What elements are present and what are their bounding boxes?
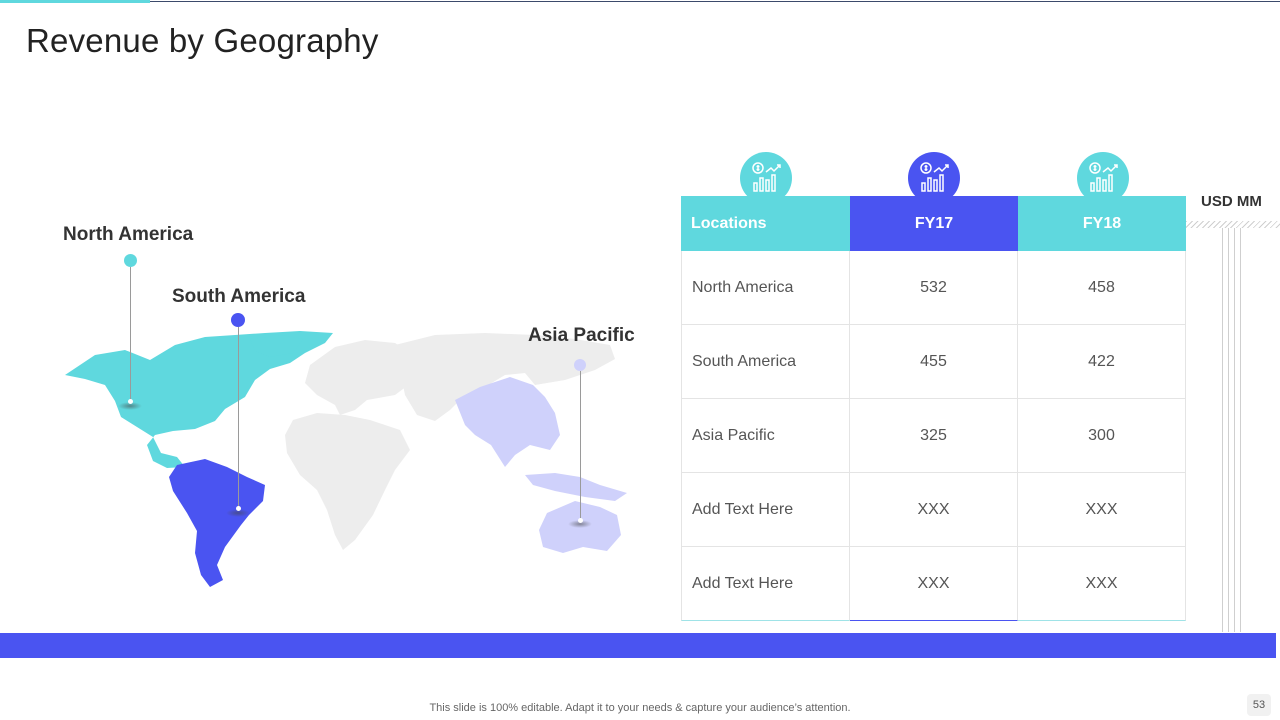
table-cell-fy17: 325 [850,399,1018,473]
asia-pacific-pin-dot [574,359,586,371]
table-cell-location: South America [681,325,850,399]
table-cell-fy18: 422 [1018,325,1186,399]
table-cell-fy18: XXX [1018,473,1186,547]
bottom-accent-bar [0,633,1276,658]
slide-title: Revenue by Geography [26,22,379,59]
world-map [65,331,627,587]
hatch-decoration [1186,221,1280,228]
south-america-pin-end [236,506,241,511]
revenue-table: Locations FY17 FY18 North America 532 45… [681,196,1186,621]
unit-label: USD MM [1201,193,1262,210]
table-row: South America 455 422 [681,325,1186,399]
south-america-shape [169,459,265,587]
africa-shape [285,413,410,550]
page-number: 53 [1247,694,1271,716]
decor-line [1222,228,1223,632]
table-cell-location: Add Text Here [681,547,850,621]
footer-note: This slide is 100% editable. Adapt it to… [429,702,851,714]
southeast-asia-islands [525,473,627,501]
table-row: North America 532 458 [681,251,1186,325]
table-cell-location: Add Text Here [681,473,850,547]
table-row: Add Text Here XXX XXX [681,547,1186,621]
top-border-line [0,1,1280,2]
asia-pacific-pin-line [580,371,581,521]
south-america-pin-line [238,327,239,509]
table-cell-fy17: 455 [850,325,1018,399]
decor-line [1240,228,1241,632]
table-row: Asia Pacific 325 300 [681,399,1186,473]
table-cell-location: North America [681,251,850,325]
table-cell-fy18: 300 [1018,399,1186,473]
asia-pacific-label: Asia Pacific [528,325,635,346]
table-header-row: Locations FY17 FY18 [681,196,1186,251]
table-cell-fy17: XXX [850,473,1018,547]
asia-pacific-pin-end [578,518,583,523]
south-america-label: South America [172,286,306,307]
top-accent-bar [0,0,150,3]
table-row: Add Text Here XXX XXX [681,473,1186,547]
header-locations: Locations [681,196,850,251]
decor-line [1234,228,1235,632]
north-america-label: North America [63,224,194,245]
north-america-pin-dot [124,254,137,267]
table-cell-fy17: XXX [850,547,1018,621]
table-cell-fy18: XXX [1018,547,1186,621]
header-fy17: FY17 [850,196,1018,251]
north-america-pin-line [130,267,131,401]
table-cell-fy18: 458 [1018,251,1186,325]
table-cell-fy17: 532 [850,251,1018,325]
table-cell-location: Asia Pacific [681,399,850,473]
north-america-pin-end [128,399,133,404]
south-america-pin-dot [231,313,245,327]
decor-line [1228,228,1229,632]
header-fy18: FY18 [1018,196,1186,251]
